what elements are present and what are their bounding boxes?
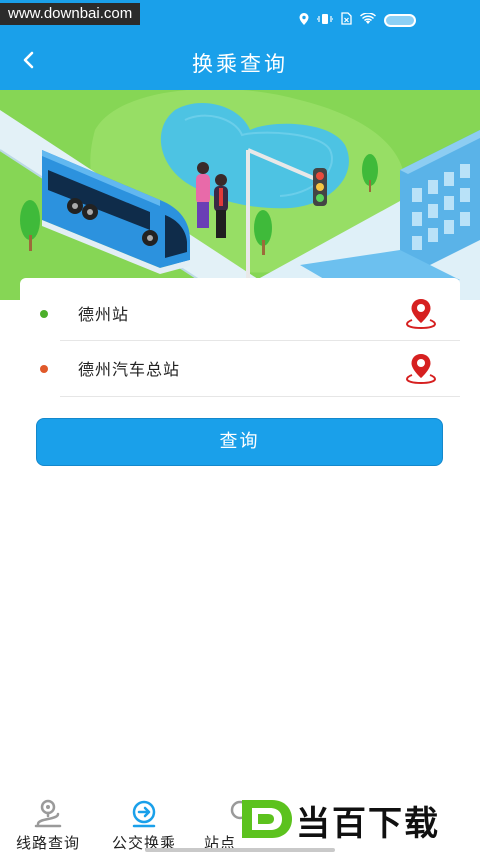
start-station-row[interactable]: 德州站 (20, 286, 460, 340)
page-title: 换乘查询 (192, 52, 288, 76)
brand-name: 当百下载 (296, 804, 440, 844)
battery-icon (384, 13, 416, 27)
brand-watermark: 当百下载 (238, 792, 480, 848)
end-dot (40, 365, 48, 373)
start-station-label: 德州站 (78, 305, 130, 324)
status-bar-icons (299, 11, 416, 28)
home-indicator[interactable] (145, 848, 335, 852)
end-station-label: 德州汽车总站 (78, 360, 181, 379)
nav-transfer[interactable]: 公交换乘 (96, 796, 192, 852)
end-station-row[interactable]: 德州汽车总站 (20, 341, 460, 395)
wifi-icon (359, 11, 377, 28)
brand-logo-icon (242, 800, 292, 838)
route-card: 德州站 德州汽车总站 (20, 278, 460, 398)
row-divider (60, 396, 460, 397)
watermark: www.downbai.com (0, 3, 141, 25)
location-icon (299, 12, 309, 28)
route-icon (34, 799, 62, 828)
nav-route-query-label: 线路查询 (15, 834, 80, 852)
map-pin-icon (405, 354, 437, 385)
banner-illustration (0, 90, 480, 300)
vibrate-icon (316, 13, 334, 28)
sim-icon (341, 12, 352, 28)
nav-route-query[interactable]: 线路查询 (0, 796, 96, 852)
map-pin-icon (405, 299, 437, 330)
query-button[interactable]: 查询 (36, 418, 443, 466)
start-location-pin-button[interactable] (404, 296, 438, 330)
end-location-pin-button[interactable] (404, 351, 438, 385)
start-dot (40, 310, 48, 318)
transfer-icon (132, 800, 156, 828)
